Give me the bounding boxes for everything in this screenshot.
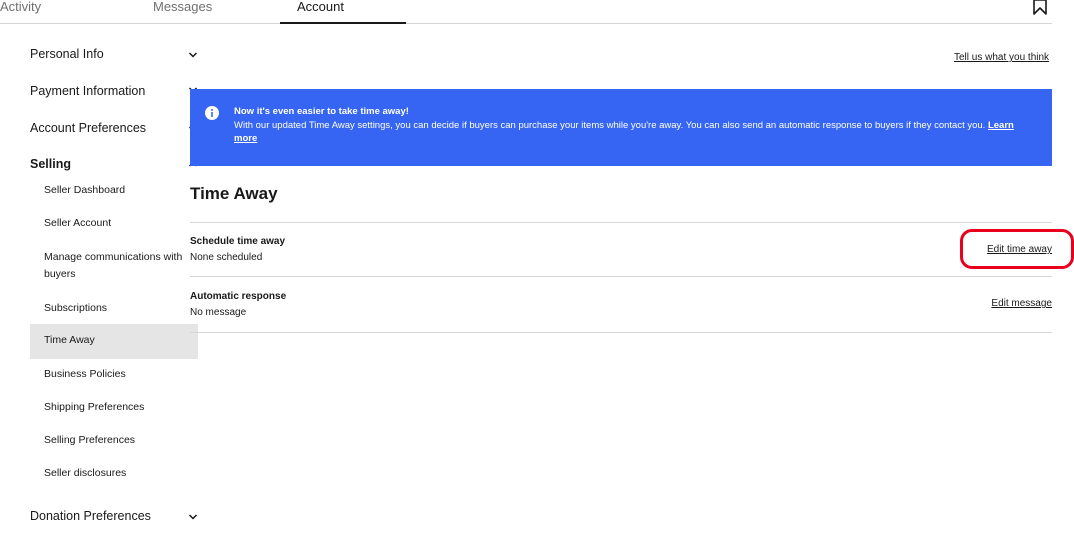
divider: [190, 222, 1052, 223]
divider: [190, 332, 1052, 333]
chevron-down-icon[interactable]: [188, 513, 198, 521]
sidebar-item-subscriptions[interactable]: Subscriptions: [44, 300, 194, 317]
banner-text: With our updated Time Away settings, you…: [234, 120, 986, 131]
sidebar-group-donation-preferences[interactable]: Donation Preferences: [30, 509, 151, 523]
automatic-response-value: No message: [190, 307, 247, 318]
tab-activity[interactable]: Activity: [0, 0, 41, 14]
info-banner: Now it's even easier to take time away! …: [190, 89, 1052, 166]
bookmark-icon[interactable]: [1032, 0, 1048, 16]
sidebar-group-selling[interactable]: Selling: [30, 157, 71, 171]
sidebar-group-payment-information[interactable]: Payment Information: [30, 84, 145, 98]
automatic-response-label: Automatic response: [190, 291, 287, 302]
divider: [190, 276, 1052, 277]
feedback-link[interactable]: Tell us what you think: [954, 52, 1049, 63]
sidebar-item-seller-account[interactable]: Seller Account: [44, 215, 194, 232]
sidebar-group-personal-info[interactable]: Personal Info: [30, 47, 104, 61]
tab-account[interactable]: Account: [297, 0, 344, 14]
sidebar-item-seller-disclosures[interactable]: Seller disclosures: [44, 465, 194, 482]
sidebar-item-time-away[interactable]: Time Away: [44, 332, 194, 349]
sidebar-item-manage-communications[interactable]: Manage communications with buyers: [44, 249, 194, 283]
sidebar-group-account-preferences[interactable]: Account Preferences: [30, 121, 146, 135]
sidebar-item-shipping-preferences[interactable]: Shipping Preferences: [44, 399, 194, 416]
sidebar-item-selling-preferences[interactable]: Selling Preferences: [44, 432, 194, 449]
banner-body: With our updated Time Away settings, you…: [234, 119, 1034, 145]
sidebar-item-business-policies[interactable]: Business Policies: [44, 366, 194, 383]
sidebar-item-seller-dashboard[interactable]: Seller Dashboard: [44, 182, 194, 199]
account-sidebar: Personal Info Payment Information Accoun…: [0, 24, 198, 534]
schedule-time-away-value: None scheduled: [190, 252, 263, 263]
edit-time-away-link[interactable]: Edit time away: [987, 244, 1052, 255]
schedule-time-away-label: Schedule time away: [190, 236, 286, 247]
chevron-down-icon[interactable]: [188, 51, 198, 59]
edit-message-link[interactable]: Edit message: [991, 298, 1052, 309]
page-title: Time Away: [190, 184, 278, 203]
active-tab-indicator: [280, 22, 406, 24]
info-icon: [205, 106, 219, 120]
tab-messages[interactable]: Messages: [153, 0, 212, 14]
banner-title: Now it's even easier to take time away!: [234, 106, 409, 117]
top-tab-bar: Activity Messages Account: [0, 0, 1052, 24]
